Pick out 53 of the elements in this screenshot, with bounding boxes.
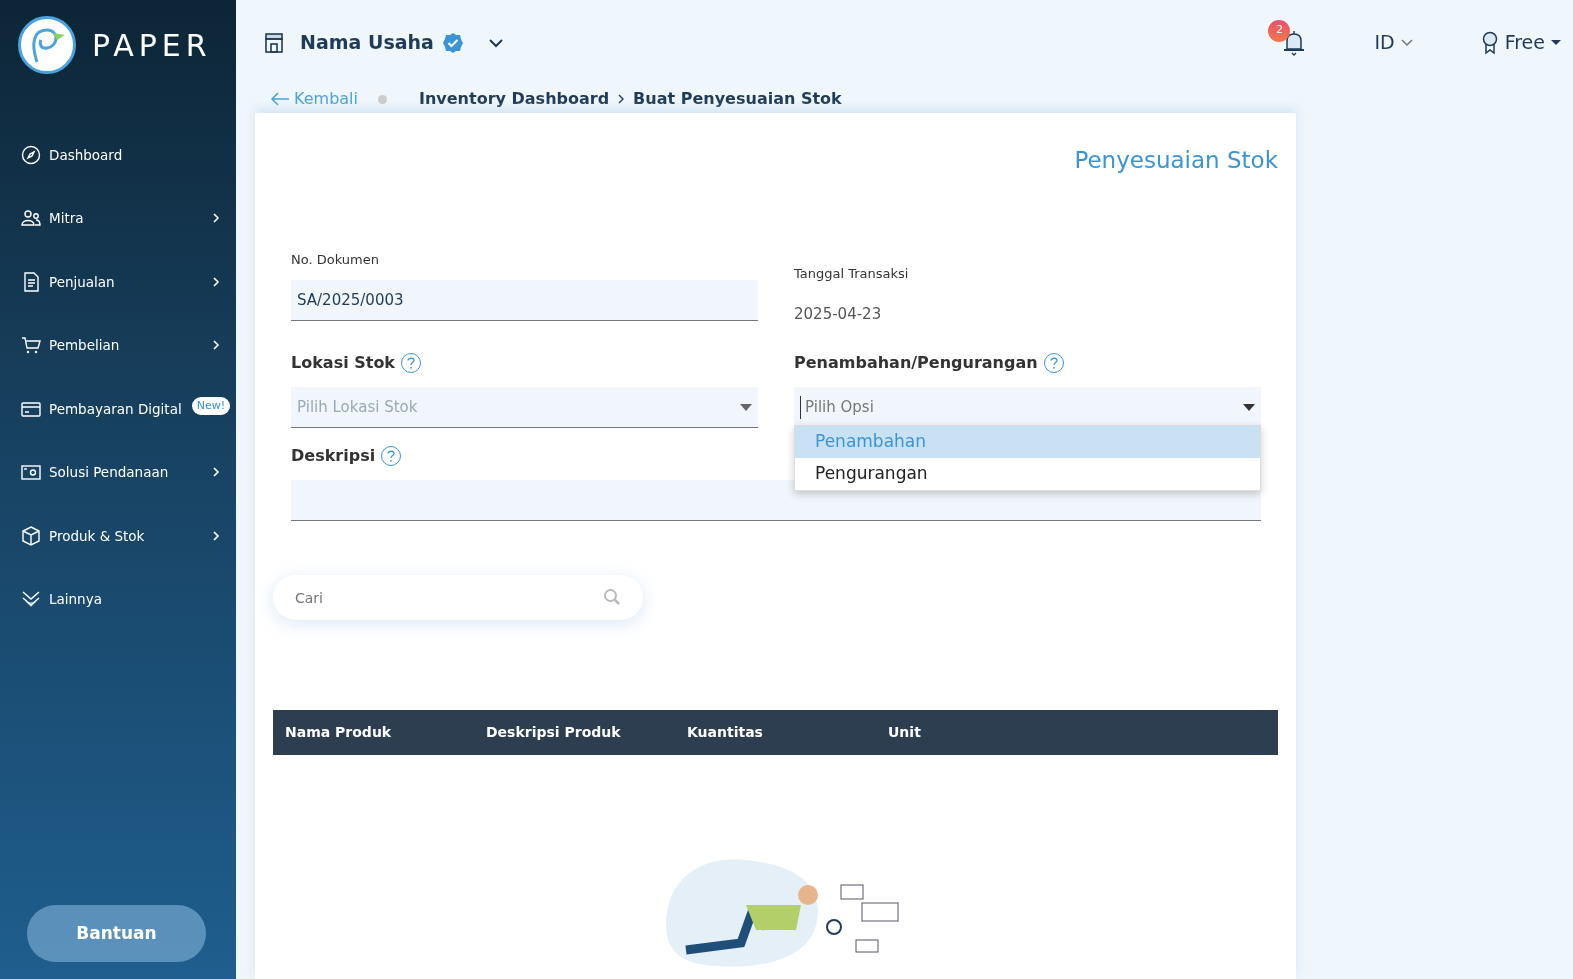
column-header: Unit <box>887 723 922 742</box>
column-header: Nama Produk <box>284 723 393 742</box>
sidebar-item[interactable]: Pembelian <box>0 313 236 377</box>
menu-item-icon <box>21 589 41 610</box>
menu-item-icon <box>21 271 41 292</box>
column-header: Deskripsi Produk <box>485 723 622 742</box>
notification-bell-icon[interactable] <box>1282 29 1307 56</box>
breadcrumb-chevron-icon <box>617 93 626 105</box>
select-placeholder: Pilih Lokasi Stok <box>297 396 418 418</box>
sidebar-item[interactable]: Lainnya <box>0 567 236 631</box>
plan-selector[interactable]: Free <box>1480 28 1561 57</box>
caret-icon <box>1400 38 1413 47</box>
sidebar-item[interactable]: Solusi Pendanaan <box>0 440 236 504</box>
field-label: Deskripsi <box>291 445 376 467</box>
menu-item-icon <box>21 208 41 229</box>
form-title: Penyesuaian Stok <box>1073 146 1278 175</box>
column-header: Kuantitas <box>686 723 764 742</box>
back-arrow-icon <box>270 92 290 106</box>
adjustment-type-select[interactable]: Pilih Opsi <box>794 387 1261 428</box>
sidebar-item[interactable]: Penjualan <box>0 250 236 314</box>
breadcrumb-current: Buat Penyesuaian Stok <box>633 88 842 110</box>
select-placeholder: Pilih Opsi <box>800 396 874 419</box>
store-icon <box>264 31 284 54</box>
search-field[interactable]: Cari <box>273 575 643 620</box>
field-label: Lokasi Stok <box>291 352 395 374</box>
menu-item-icon <box>21 335 41 356</box>
award-ribbon-icon <box>1480 30 1499 55</box>
field-label: Penambahan/Pengurangan <box>794 352 1038 374</box>
sidebar-item[interactable]: Mitra <box>0 186 236 250</box>
sidebar-item[interactable]: Pembayaran Digital New! <box>0 377 236 441</box>
new-badge: New! <box>191 396 231 415</box>
transaction-date-value: 2025-04-23 <box>794 304 883 326</box>
search-icon <box>603 588 621 606</box>
notification-count-badge: 2 <box>1268 19 1291 42</box>
logo-text: PAPER <box>92 26 212 65</box>
language-selector[interactable]: ID <box>1374 28 1413 57</box>
business-dropdown-caret-icon[interactable] <box>487 37 504 48</box>
dropdown-arrow-icon <box>740 403 752 411</box>
document-number-field[interactable]: SA/2025/0003 <box>291 280 758 321</box>
field-label: Tanggal Transaksi <box>794 264 910 283</box>
menu-item-icon <box>21 462 41 483</box>
menu-item-icon <box>21 525 41 546</box>
breadcrumb-link[interactable]: Inventory Dashboard <box>419 87 610 111</box>
caret-icon <box>1551 39 1561 46</box>
field-label: No. Dokumen <box>291 250 380 269</box>
logo-icon <box>18 16 76 74</box>
dropdown-arrow-icon <box>1243 404 1255 411</box>
sidebar-item[interactable]: Produk & Stok <box>0 504 236 568</box>
sidebar-item[interactable]: Dashboard <box>0 123 236 187</box>
dropdown-option[interactable]: Pengurangan <box>795 458 1260 490</box>
menu-item-icon <box>21 144 41 165</box>
separator-dot <box>378 94 387 104</box>
business-name: Nama Usaha <box>300 30 434 56</box>
